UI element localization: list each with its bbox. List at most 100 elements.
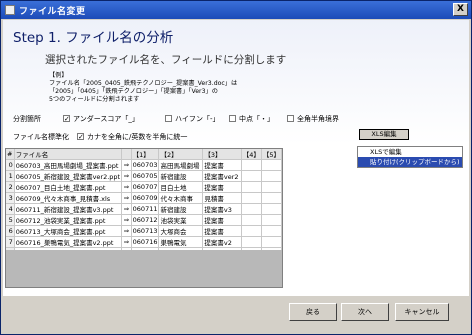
cell-field-5[interactable]: [261, 236, 282, 248]
cell-filename[interactable]: 060705_新宿建設_提案書ver2.ppt: [14, 170, 123, 182]
cell-field-5[interactable]: [261, 225, 282, 237]
cancel-button[interactable]: キャンセル: [395, 303, 449, 321]
cell-field-2[interactable]: 代々木商事: [158, 192, 204, 204]
width-boundary-checkbox[interactable]: [287, 115, 294, 122]
split-options-row: 分割箇所 ✓ アンダースコア「_」 ハイフン「-」 中点「・」 全角半角境界: [3, 113, 469, 125]
cell-field-5[interactable]: [261, 192, 282, 204]
cell-field-3[interactable]: 提案書: [202, 159, 242, 171]
middot-checkbox[interactable]: [229, 115, 236, 122]
col-header-filename[interactable]: ファイル名: [14, 149, 123, 160]
cell-field-2[interactable]: 巣鴨電気: [158, 236, 204, 248]
cell-field-1[interactable]: 060703: [131, 159, 160, 171]
cell-filename[interactable]: 060709_代々木商事_見積書.xls: [14, 192, 123, 204]
step-title: Step 1. ファイル名の分析: [13, 30, 174, 46]
cell-arrow[interactable]: ⇒: [121, 203, 132, 215]
cell-field-1[interactable]: 060709: [131, 192, 160, 204]
cell-field-4[interactable]: [241, 214, 262, 226]
cell-field-4[interactable]: [241, 170, 262, 182]
col-header-index[interactable]: #: [6, 149, 15, 160]
menu-item-edit-in-xls[interactable]: XLSで編集: [358, 147, 462, 157]
cell-index[interactable]: 5: [6, 214, 15, 226]
cell-field-4[interactable]: [241, 192, 262, 204]
cell-field-5[interactable]: [261, 159, 282, 171]
cell-field-2[interactable]: 大塚商会: [158, 225, 204, 237]
cell-index[interactable]: 1: [6, 170, 15, 182]
cell-field-5[interactable]: [261, 170, 282, 182]
cell-field-5[interactable]: [261, 214, 282, 226]
cell-filename[interactable]: 060712_池袋実業_提案書.ppt: [14, 214, 123, 226]
cell-arrow[interactable]: ⇒: [121, 170, 132, 182]
underscore-checkbox[interactable]: ✓: [63, 115, 70, 123]
cell-field-2[interactable]: 池袋実業: [158, 214, 204, 226]
hyphen-option-label: ハイフン「-」: [175, 115, 220, 123]
cell-arrow[interactable]: ⇒: [121, 192, 132, 204]
cell-arrow[interactable]: ⇒: [121, 181, 132, 193]
table-row[interactable]: 7 060716_巣鴨電気_提案書v2.ppt ⇒ 060716 巣鴨電気 提案書v2: [6, 236, 282, 248]
xls-edit-button[interactable]: XLS編集: [359, 129, 409, 140]
grid-empty-area: [6, 250, 282, 287]
cell-field-4[interactable]: [241, 159, 262, 171]
cell-filename[interactable]: 060707_目白土地_提案書.ppt: [14, 181, 123, 193]
cell-index[interactable]: 3: [6, 192, 15, 204]
cell-field-1[interactable]: 060713: [131, 225, 160, 237]
cell-field-3[interactable]: 提案書: [202, 214, 242, 226]
cell-field-1[interactable]: 060716: [131, 236, 160, 248]
cell-field-3[interactable]: 提案書ver2: [202, 170, 242, 182]
table-row[interactable]: 1 060705_新宿建設_提案書ver2.ppt ⇒ 060705 新宿建設 提案書ve…: [6, 170, 282, 182]
cell-field-2[interactable]: 高田馬場劇場: [158, 159, 204, 171]
cell-index[interactable]: 4: [6, 203, 15, 215]
table-row[interactable]: 0 060703_高田馬場劇場_提案書.ppt ⇒ 060703 高田馬場劇場 提案書: [6, 159, 282, 171]
cell-field-2[interactable]: 新宿建設: [158, 203, 204, 215]
cell-field-5[interactable]: [261, 203, 282, 215]
table-row[interactable]: 4 060711_新宿建設_提案書v3.ppt ⇒ 060711 新宿建設 提案書v3: [6, 203, 282, 215]
cell-field-4[interactable]: [241, 203, 262, 215]
example-heading: 【例】: [49, 72, 68, 79]
cell-field-3[interactable]: 提案書v2: [202, 236, 242, 248]
next-button[interactable]: 次へ: [341, 303, 389, 321]
col-header-field-5[interactable]: 【5】: [261, 149, 282, 160]
normalize-checkbox[interactable]: ✓: [77, 133, 84, 141]
cell-filename[interactable]: 060716_巣鴨電気_提案書v2.ppt: [14, 236, 123, 248]
cell-field-1[interactable]: 060707: [131, 181, 160, 193]
menu-item-paste-from-clipboard[interactable]: 貼り付け(クリップボードから): [358, 157, 462, 167]
cell-arrow[interactable]: ⇒: [121, 236, 132, 248]
example-text: 【例】 ファイル名「2005_0405_鉄飛テクノロジー_提案書_Ver3.do…: [49, 72, 237, 104]
cell-filename[interactable]: 060711_新宿建設_提案書v3.ppt: [14, 203, 123, 215]
cell-index[interactable]: 7: [6, 236, 15, 248]
cell-field-4[interactable]: [241, 181, 262, 193]
col-header-field-2[interactable]: 【2】: [158, 149, 204, 160]
cell-field-5[interactable]: [261, 181, 282, 193]
cell-field-3[interactable]: 提案書v3: [202, 203, 242, 215]
cell-field-3[interactable]: 提案書: [202, 181, 242, 193]
table-row[interactable]: 3 060709_代々木商事_見積書.xls ⇒ 060709 代々木商事 見積書: [6, 192, 282, 204]
table-row[interactable]: 6 060713_大塚商会_提案書.ppt ⇒ 060713 大塚商会 提案書: [6, 225, 282, 237]
table-row[interactable]: 2 060707_目白土地_提案書.ppt ⇒ 060707 目白土地 提案書: [6, 181, 282, 193]
filename-grid[interactable]: # ファイル名 【1】 【2】 【3】 【4】 【5】 0 060703_高田馬場…: [5, 148, 283, 288]
col-header-field-1[interactable]: 【1】: [131, 149, 160, 160]
hyphen-checkbox[interactable]: [165, 115, 172, 122]
cell-arrow[interactable]: ⇒: [121, 159, 132, 171]
cell-arrow[interactable]: ⇒: [121, 214, 132, 226]
cell-field-3[interactable]: 提案書: [202, 225, 242, 237]
cell-field-2[interactable]: 新宿建設: [158, 170, 204, 182]
close-button[interactable]: X: [453, 3, 468, 16]
cell-arrow[interactable]: ⇒: [121, 225, 132, 237]
cell-field-4[interactable]: [241, 236, 262, 248]
cell-field-3[interactable]: 見積書: [202, 192, 242, 204]
cell-field-1[interactable]: 060712: [131, 214, 160, 226]
cell-index[interactable]: 6: [6, 225, 15, 237]
cell-field-1[interactable]: 060711: [131, 203, 160, 215]
cell-filename[interactable]: 060713_大塚商会_提案書.ppt: [14, 225, 123, 237]
col-header-arrow[interactable]: [121, 149, 132, 160]
cell-field-2[interactable]: 目白土地: [158, 181, 204, 193]
cell-field-4[interactable]: [241, 225, 262, 237]
cell-index[interactable]: 2: [6, 181, 15, 193]
col-header-field-4[interactable]: 【4】: [241, 149, 262, 160]
back-button[interactable]: 戻る: [289, 303, 337, 321]
table-row[interactable]: 5 060712_池袋実業_提案書.ppt ⇒ 060712 池袋実業 提案書: [6, 214, 282, 226]
col-header-field-3[interactable]: 【3】: [202, 149, 242, 160]
underscore-option-label: アンダースコア「_」: [73, 115, 139, 123]
cell-field-1[interactable]: 060705: [131, 170, 160, 182]
cell-filename[interactable]: 060703_高田馬場劇場_提案書.ppt: [14, 159, 123, 171]
cell-index[interactable]: 0: [6, 159, 15, 171]
